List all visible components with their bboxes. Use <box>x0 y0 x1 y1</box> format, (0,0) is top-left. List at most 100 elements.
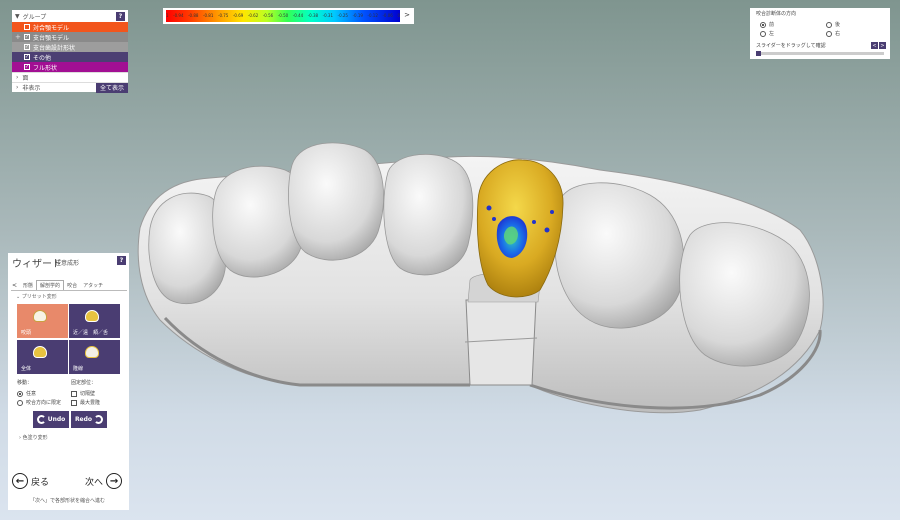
group-visibility-checkbox[interactable]: ✓ <box>24 34 30 40</box>
movement-slider-thumb[interactable] <box>756 51 761 56</box>
preset-tile-ridge-label: 隆線 <box>73 366 84 372</box>
preset-tile-ridge[interactable]: 隆線 <box>69 340 120 374</box>
next-button-label: 次へ <box>85 477 104 488</box>
prev-step-button[interactable]: < <box>871 42 878 49</box>
wizard-tab[interactable]: 形態 <box>20 281 36 290</box>
move-mode-option-label: 任意 <box>26 391 37 397</box>
tooth-ridge-icon <box>85 346 99 358</box>
tooth-whole-icon <box>33 346 47 358</box>
fixed-part-option-label: 最大豊隆 <box>80 400 101 406</box>
scale-tick-label: -0.44 <box>292 13 304 18</box>
wizard-tab[interactable]: 解剖学的 <box>36 280 65 290</box>
group-visibility-checkbox[interactable] <box>24 24 30 30</box>
radio-button[interactable] <box>826 21 832 28</box>
scale-tick-label: -0.38 <box>307 13 319 18</box>
group-row-hidden-label: 非表示 <box>22 85 41 92</box>
redo-button-label: Redo <box>74 416 93 423</box>
distance-color-scale: 1 -0.94 -0.88 -0.81 -0.75 -0.69 -0.62 -0.56 -0.5… <box>163 8 414 24</box>
direction-radio-option[interactable]: 右 <box>826 30 840 37</box>
scale-tick-label: -0.62 <box>247 13 259 18</box>
occlusion-direction-panel: 咬合診断体の方向 前 後左 右 スライダーをドラッグして確認 < > <box>750 8 890 59</box>
next-step-button[interactable]: > <box>879 42 886 49</box>
scale-tick-label: -0.75 <box>218 13 229 18</box>
group-row-hidden[interactable]: › 非表示 全て表示 <box>12 82 128 93</box>
direction-radio-option[interactable]: 後 <box>826 21 840 28</box>
move-mode-option[interactable]: 咬合方向に限定 <box>17 399 61 406</box>
scale-tick-label: -0.81 <box>203 13 214 18</box>
arrow-left-icon: ← <box>12 473 28 489</box>
group-panel: ▼ グループ ? 対合顎モデル + ✓ 支台顎モデル ✓ 支台歯設計形状 ✓ その他 ✓ フル形状… <box>12 10 128 93</box>
group-visibility-checkbox[interactable]: ✓ <box>24 54 30 60</box>
move-mode-option[interactable]: 任意 <box>17 390 36 397</box>
scale-tick-label: -0.94 <box>173 13 184 18</box>
preset-section-label: プリセット変形 <box>21 294 57 300</box>
radio-button[interactable] <box>826 30 832 37</box>
preset-tile-mesial-distal[interactable]: 近／遠 頬／舌 <box>69 304 120 338</box>
fixed-part-option[interactable]: 最大豊隆 <box>71 399 100 406</box>
fixed-part-option[interactable]: 切隔壁 <box>71 390 95 397</box>
preset-tile-whole[interactable]: 全体 <box>17 340 68 374</box>
group-panel-title: グループ <box>22 13 47 21</box>
scale-tick-label: -0.25 <box>337 13 348 18</box>
wizard-help-button[interactable]: ? <box>117 256 126 265</box>
tooth-mesial-distal-icon <box>85 310 99 322</box>
undo-icon <box>36 415 46 424</box>
3d-viewport[interactable] <box>0 0 900 520</box>
redo-icon <box>94 415 104 424</box>
chevron-right-icon[interactable]: › <box>16 74 18 81</box>
move-mode-label: 移動： <box>17 380 33 386</box>
scale-tick-labels: 1 -0.94 -0.88 -0.81 -0.75 -0.69 -0.62 -0.56 -0.5… <box>166 13 400 21</box>
occlusion-direction-title: 咬合診断体の方向 <box>756 11 797 17</box>
radio-button[interactable] <box>760 21 766 28</box>
radio-button[interactable] <box>17 399 23 406</box>
help-button[interactable]: ? <box>116 11 125 21</box>
group-row[interactable]: ✓ フル形状 <box>12 62 128 72</box>
undo-button[interactable]: Undo <box>33 411 69 428</box>
group-panel-header[interactable]: ▼ グループ ? <box>12 10 128 22</box>
wizard-tab[interactable]: アタッチ <box>80 281 106 290</box>
preset-section-header[interactable]: ⌄ プリセット変形 <box>16 293 57 300</box>
scale-tick-label: -0.06 <box>382 13 393 18</box>
tooth-cusp-icon <box>33 310 47 322</box>
wizard-tab[interactable]: 咬合 <box>64 281 80 290</box>
tab-scroll-left-icon[interactable]: < <box>12 282 17 289</box>
group-row[interactable]: 対合顎モデル <box>12 22 128 32</box>
move-mode-option-label: 咬合方向に限定 <box>26 400 62 406</box>
movement-slider[interactable] <box>756 51 884 56</box>
chevron-right-icon[interactable]: › <box>16 84 18 91</box>
radio-button[interactable] <box>17 390 23 397</box>
scale-tick-label: -0.69 <box>232 13 244 18</box>
preset-tile-cusp[interactable]: 咬頭 <box>17 304 68 338</box>
preset-tile-whole-label: 全体 <box>21 366 32 372</box>
undo-button-label: Undo <box>47 416 66 423</box>
back-button[interactable]: ← 戻る <box>12 473 49 489</box>
chevron-down-icon[interactable]: ▼ <box>15 13 20 20</box>
scale-expand-arrow-icon[interactable]: > <box>404 11 410 19</box>
scale-tick-label: -0.50 <box>277 13 289 18</box>
group-row[interactable]: + ✓ 支台顎モデル <box>12 32 128 42</box>
radio-button[interactable] <box>760 30 766 37</box>
redo-button[interactable]: Redo <box>71 411 107 428</box>
group-row-label: 支台顎モデル <box>33 34 70 42</box>
scale-tick-label: -0.31 <box>322 13 334 18</box>
direction-radio-label: 右 <box>835 31 841 37</box>
group-visibility-checkbox[interactable]: ✓ <box>24 44 30 50</box>
expand-icon[interactable]: + <box>15 33 21 41</box>
group-row-label: その他 <box>33 54 52 62</box>
wizard-hint: 「次へ」で各部形状を縮合へ進む <box>30 498 106 504</box>
direction-radio-option[interactable]: 前 <box>760 21 774 28</box>
group-row[interactable]: ✓ 支台歯設計形状 <box>12 42 128 52</box>
slider-hint: スライダーをドラッグして確認 <box>756 43 826 49</box>
checkbox[interactable] <box>71 399 77 406</box>
coloring-section-header[interactable]: › 色塗り変形 <box>19 434 48 441</box>
group-row[interactable]: ✓ その他 <box>12 52 128 62</box>
fixed-part-option-label: 切隔壁 <box>80 391 96 397</box>
group-visibility-checkbox[interactable]: ✓ <box>24 64 30 70</box>
direction-radio-option[interactable]: 左 <box>760 30 774 37</box>
group-row-face[interactable]: › 面 <box>12 72 128 82</box>
checkbox[interactable] <box>71 390 77 397</box>
next-button[interactable]: 次へ → <box>85 473 123 489</box>
coloring-section-label: 色塗り変形 <box>22 435 48 441</box>
scale-tick-label: -0.88 <box>188 13 199 18</box>
show-all-button[interactable]: 全て表示 <box>95 82 128 93</box>
